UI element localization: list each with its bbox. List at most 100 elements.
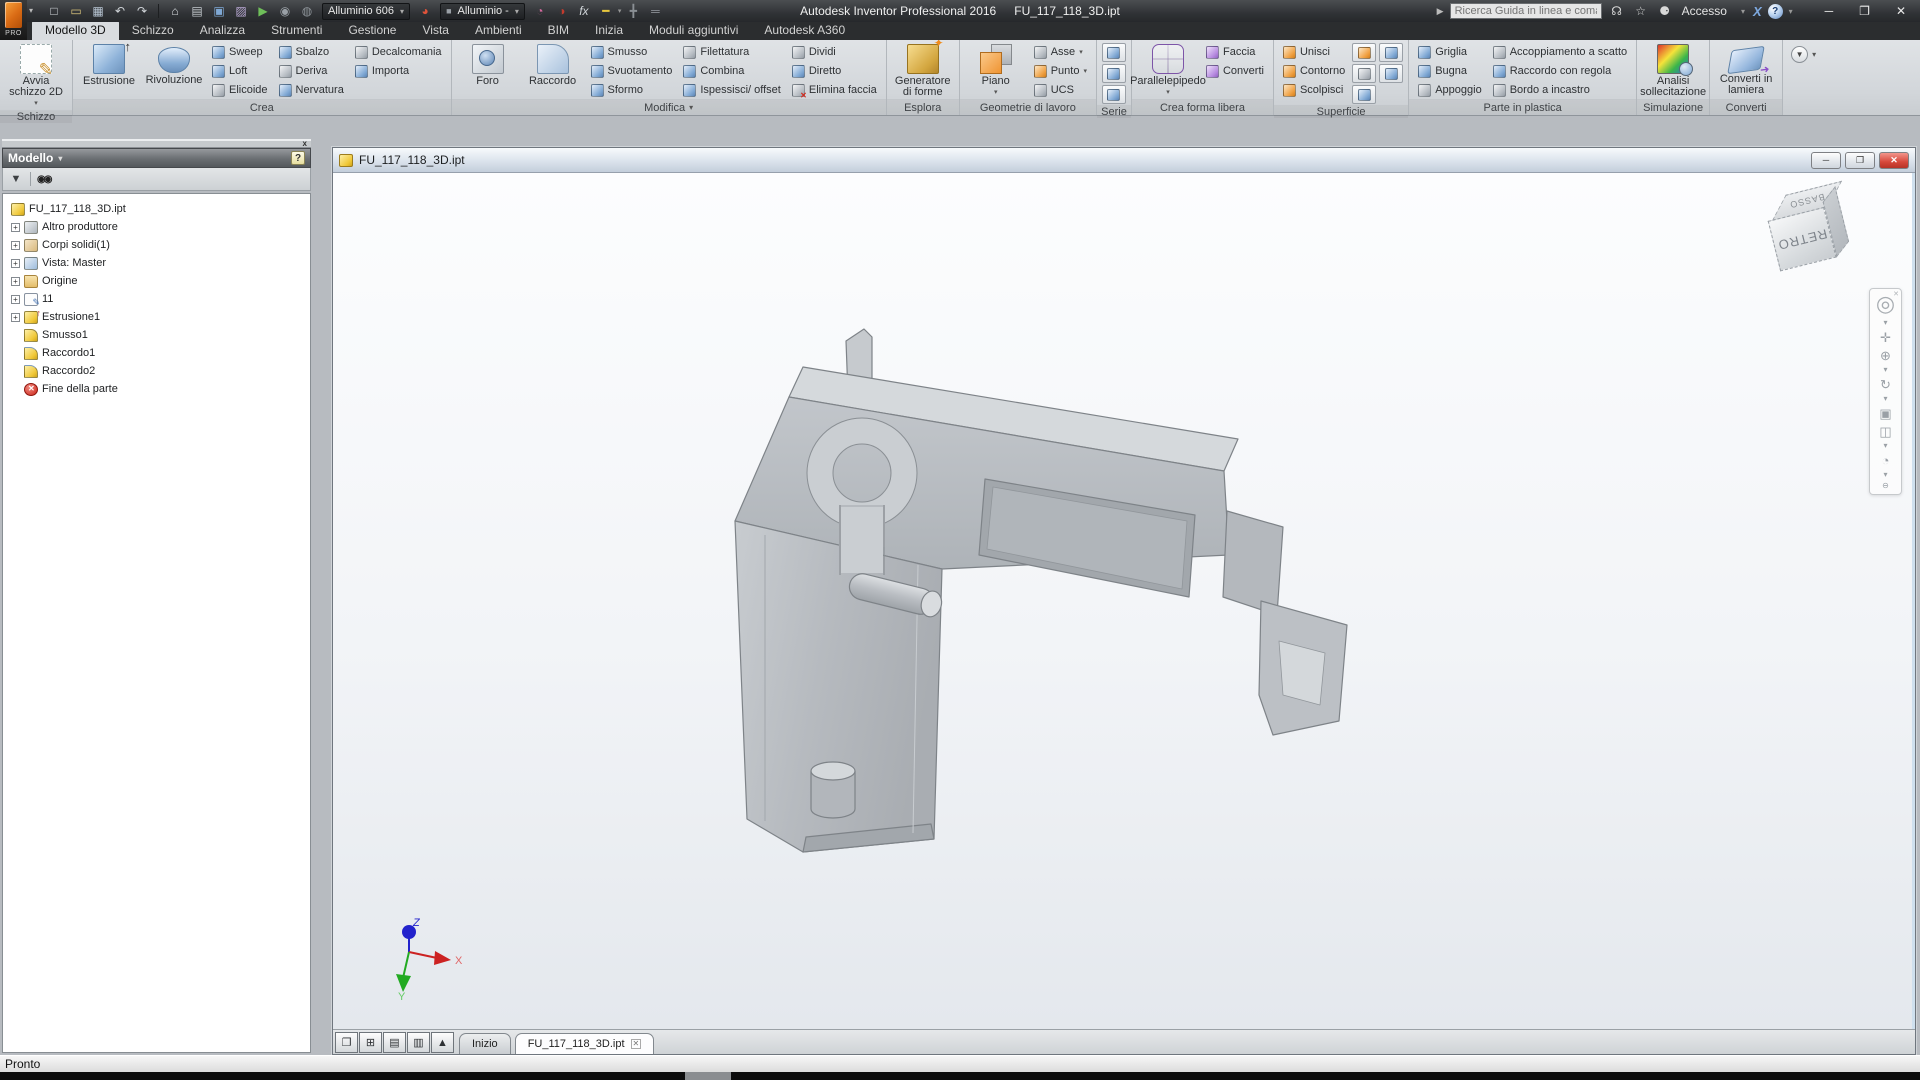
people-icon[interactable]: ◉ bbox=[275, 2, 295, 20]
tab-modello-3d[interactable]: Modello 3D bbox=[32, 21, 119, 40]
tree-item-11[interactable]: +11 bbox=[5, 290, 308, 308]
chevron-down-icon[interactable]: ▾ bbox=[1870, 471, 1901, 479]
doc-close-button[interactable]: ✕ bbox=[1879, 152, 1909, 169]
qat-more-icon[interactable]: ═ bbox=[645, 2, 665, 20]
tab-bim[interactable]: BIM bbox=[535, 21, 582, 40]
help-search-input[interactable] bbox=[1450, 3, 1602, 19]
viewport-3d[interactable]: BASSO RETRO ✕ ◎ ▾ ✛ ⊕ ▾ ↻ ▾ ▣ ◫ ▾ ◔ bbox=[333, 173, 1915, 1029]
button-filettatura[interactable]: Filettatura bbox=[679, 43, 785, 61]
button-fit-mesh-face-icon[interactable] bbox=[1379, 64, 1403, 83]
button-piano[interactable]: Piano▾ bbox=[965, 43, 1027, 99]
button-nervatura[interactable]: Nervatura bbox=[275, 81, 348, 99]
appearance-clear-icon[interactable]: ◑ bbox=[552, 2, 572, 20]
accesso-dropdown[interactable]: Accesso ▾ bbox=[1680, 4, 1747, 18]
button-converti-in-lamiera[interactable]: Converti in lamiera bbox=[1715, 43, 1777, 97]
visual-style-icon[interactable]: ◔ bbox=[1870, 453, 1901, 468]
button-smusso[interactable]: Smusso bbox=[587, 43, 677, 61]
tree-item-raccordo1[interactable]: Raccordo1 bbox=[5, 344, 308, 362]
appearance-dropdown[interactable]: ■Alluminio -▾ bbox=[440, 3, 525, 20]
navbar-collapse-icon[interactable]: ⊖ bbox=[1870, 482, 1901, 490]
button-sweep[interactable]: Sweep bbox=[208, 43, 272, 61]
send-dish-icon[interactable]: ☊ bbox=[1608, 4, 1626, 18]
button-elimina-faccia[interactable]: Elimina faccia bbox=[788, 81, 881, 99]
print-icon[interactable]: ▤ bbox=[187, 2, 207, 20]
tab-strumenti[interactable]: Strumenti bbox=[258, 21, 335, 40]
person-icon[interactable]: ⚈ bbox=[1656, 4, 1674, 18]
browser-splitter[interactable]: x bbox=[2, 139, 311, 148]
panel-label-modifica[interactable]: Modifica▾ bbox=[452, 99, 886, 115]
thin-wall-icon[interactable]: ╋ bbox=[623, 2, 643, 20]
button-foro[interactable]: Foro bbox=[457, 43, 519, 88]
orbit-icon[interactable]: ↻ bbox=[1870, 377, 1901, 392]
panel-label-crea[interactable]: Crea bbox=[73, 99, 451, 115]
tab-gestione[interactable]: Gestione bbox=[335, 21, 409, 40]
tab-close-icon[interactable]: ✕ bbox=[631, 1039, 642, 1049]
button-asse[interactable]: Asse▾ bbox=[1030, 43, 1091, 61]
exchange-apps-icon[interactable]: X bbox=[1753, 4, 1762, 19]
tree-item-vista-master[interactable]: +Vista: Master bbox=[5, 254, 308, 272]
material-dropdown[interactable]: Alluminio 606▾ bbox=[322, 3, 410, 20]
tab-moduli-aggiuntivi[interactable]: Moduli aggiuntivi bbox=[636, 21, 751, 40]
tab-vista[interactable]: Vista bbox=[409, 21, 461, 40]
minimize-button[interactable]: ─ bbox=[1825, 4, 1834, 18]
button-dividi[interactable]: Dividi bbox=[788, 43, 881, 61]
button-parallelepipedo[interactable]: Parallelepipedo▾ bbox=[1137, 43, 1199, 99]
button-estrusione[interactable]: Estrusione bbox=[78, 43, 140, 88]
tab-ambienti[interactable]: Ambienti bbox=[462, 21, 535, 40]
close-button[interactable]: ✕ bbox=[1896, 4, 1906, 18]
measure-icon[interactable]: ━ bbox=[596, 2, 616, 20]
chevron-down-icon[interactable]: ▾ bbox=[1870, 395, 1901, 403]
open-icon[interactable]: ▭ bbox=[66, 2, 86, 20]
button-rectangular-pattern-icon[interactable] bbox=[1102, 43, 1126, 62]
button-griglia[interactable]: Griglia bbox=[1414, 43, 1486, 61]
new-file-icon[interactable]: □ bbox=[44, 2, 64, 20]
filter-icon[interactable]: ▼ bbox=[8, 173, 24, 185]
button-mirror-icon[interactable] bbox=[1102, 85, 1126, 104]
help-chevron-icon[interactable]: ▾ bbox=[1789, 7, 1793, 16]
tree-item-corpi-solidi-1[interactable]: +Corpi solidi(1) bbox=[5, 236, 308, 254]
cascade-icon[interactable]: ❐ bbox=[335, 1032, 358, 1053]
panel-label-converti[interactable]: Converti bbox=[1710, 99, 1782, 115]
redo-icon[interactable]: ↷ bbox=[132, 2, 152, 20]
pan-icon[interactable]: ✛ bbox=[1870, 330, 1901, 345]
button-raccordo[interactable]: Raccordo bbox=[522, 43, 584, 88]
doc-minimize-button[interactable]: ─ bbox=[1811, 152, 1841, 169]
save-icon[interactable]: ▦ bbox=[88, 2, 108, 20]
tree-item-raccordo2[interactable]: Raccordo2 bbox=[5, 362, 308, 380]
undo-icon[interactable]: ↶ bbox=[110, 2, 130, 20]
button-analisi-sollecitazione[interactable]: Analisi sollecitazione bbox=[1642, 43, 1704, 99]
button-accoppiamento-a-scatto[interactable]: Accoppiamento a scatto bbox=[1489, 43, 1631, 61]
expand-icon[interactable]: + bbox=[11, 259, 20, 268]
button-elicoide[interactable]: Elicoide bbox=[208, 81, 272, 99]
button-patch-icon[interactable] bbox=[1352, 43, 1376, 62]
panel-label-superficie[interactable]: Superficie bbox=[1274, 105, 1408, 118]
logo-chevron-icon[interactable]: ▾ bbox=[29, 6, 33, 15]
appearance-adjust-icon[interactable]: ◔ bbox=[530, 2, 550, 20]
help-icon[interactable]: ? bbox=[1768, 4, 1783, 19]
inventor-logo[interactable]: PRO bbox=[0, 0, 27, 40]
parameters-fx-icon[interactable]: fx bbox=[574, 2, 594, 20]
restore-button[interactable]: ❐ bbox=[1859, 4, 1870, 18]
browser-help-icon[interactable]: ? bbox=[291, 151, 305, 165]
button-replace-face-icon[interactable] bbox=[1379, 43, 1403, 62]
home-icon[interactable]: ⌂ bbox=[165, 2, 185, 20]
button-sformo[interactable]: Sformo bbox=[587, 81, 677, 99]
button-importa[interactable]: Importa bbox=[351, 62, 446, 80]
tab-inizia[interactable]: Inizia bbox=[582, 21, 636, 40]
image-icon[interactable]: ▨ bbox=[231, 2, 251, 20]
button-decalcomania[interactable]: Decalcomania bbox=[351, 43, 446, 61]
button-avvia-schizzo-2d[interactable]: Avvia schizzo 2D▾ bbox=[5, 43, 67, 110]
expand-up-icon[interactable]: ▲ bbox=[431, 1032, 454, 1053]
expand-icon[interactable]: + bbox=[11, 241, 20, 250]
button-generatore-di-forme[interactable]: Generatore di forme bbox=[892, 43, 954, 99]
button-combina[interactable]: Combina bbox=[679, 62, 785, 80]
button-appoggio[interactable]: Appoggio bbox=[1414, 81, 1486, 99]
button-punto[interactable]: Punto▾ bbox=[1030, 62, 1091, 80]
doc-tab-inizio[interactable]: Inizio bbox=[459, 1033, 511, 1054]
tree-item-fu-117-118-3d-ipt[interactable]: FU_117_118_3D.ipt bbox=[5, 200, 308, 218]
button-ispessisci-offset[interactable]: Ispessisci/ offset bbox=[679, 81, 785, 99]
tab-schizzo[interactable]: Schizzo bbox=[119, 21, 187, 40]
tab-autodesk-a360[interactable]: Autodesk A360 bbox=[751, 21, 858, 40]
button-deriva[interactable]: Deriva bbox=[275, 62, 348, 80]
expand-icon[interactable]: + bbox=[11, 223, 20, 232]
